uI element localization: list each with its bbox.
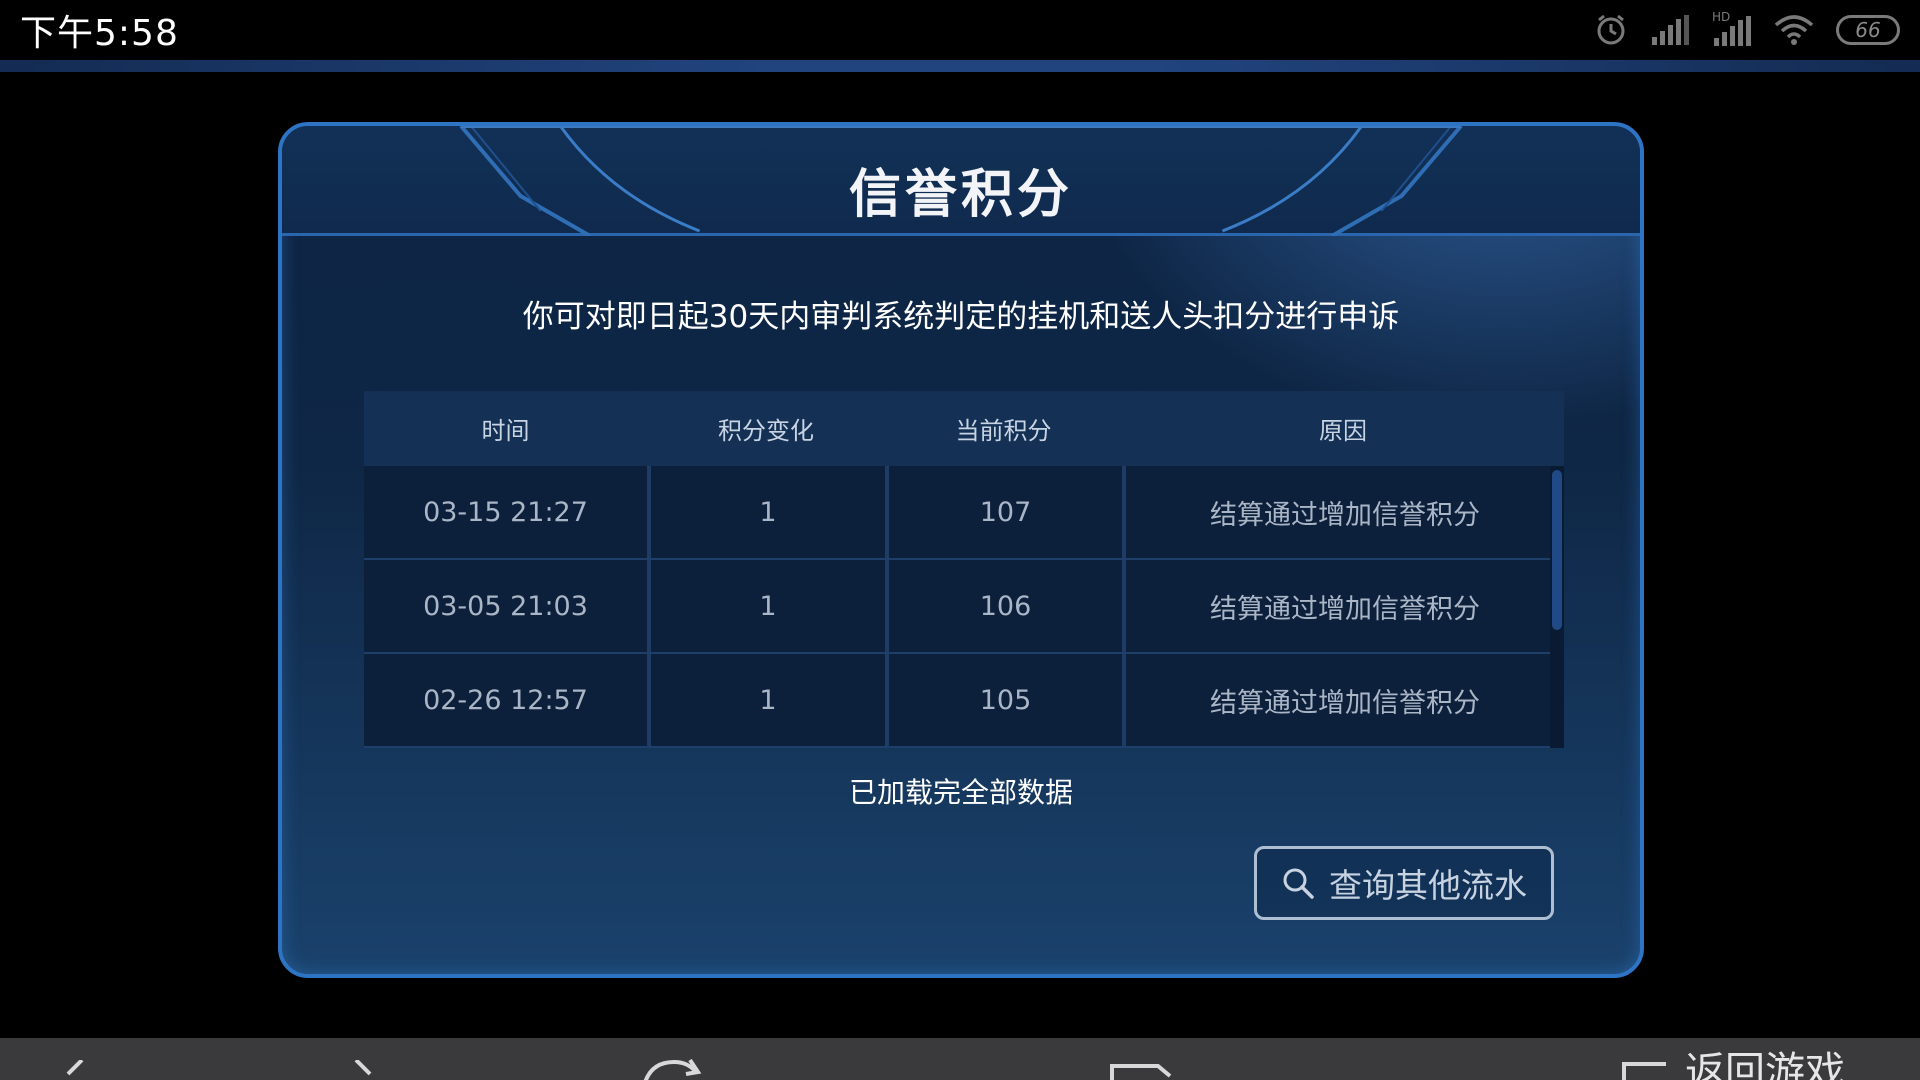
score-table: 时间 积分变化 当前积分 原因 03-15 21:27 1 107 结算通过增加… xyxy=(364,391,1564,748)
table-row: 02-26 12:57 1 105 结算通过增加信誉积分 xyxy=(364,654,1564,748)
cell-change: 1 xyxy=(647,654,885,746)
dialog-title: 信誉积分 xyxy=(848,165,1073,225)
cell-time: 03-05 21:03 xyxy=(423,590,588,622)
header-change: 积分变化 xyxy=(718,417,814,445)
battery-icon: 66 xyxy=(1836,15,1900,45)
share-icon[interactable] xyxy=(1110,1062,1174,1080)
signal-icon xyxy=(1652,15,1689,45)
screen: 下午5:58 HD 66 信誉积分 你可对即日起30天内审判系统判定的挂机和送人… xyxy=(0,0,1920,1080)
status-bar: 下午5:58 HD 66 xyxy=(0,0,1920,60)
return-game-label[interactable]: 返回游戏 xyxy=(1685,1052,1845,1080)
header-current: 当前积分 xyxy=(955,417,1052,445)
cell-current: 107 xyxy=(885,466,1122,558)
bottom-navigation-bar: 返回游戏 xyxy=(0,1038,1920,1080)
return-game-icon[interactable] xyxy=(1620,1060,1670,1080)
hd-signal: HD xyxy=(1712,10,1752,46)
battery-level: 66 xyxy=(1855,18,1881,42)
cell-current: 105 xyxy=(885,654,1122,746)
cell-time: 02-26 12:57 xyxy=(423,684,588,716)
search-icon xyxy=(1283,868,1314,899)
header-reason: 原因 xyxy=(1319,417,1367,445)
cell-change: 1 xyxy=(647,560,885,652)
cell-time: 03-15 21:27 xyxy=(423,496,588,528)
query-button-label: 查询其他流水 xyxy=(1329,866,1527,905)
credit-score-dialog: 信誉积分 你可对即日起30天内审判系统判定的挂机和送人头扣分进行申诉 时间 积分… xyxy=(278,122,1644,978)
status-icons: HD 66 xyxy=(1594,10,1900,47)
loaded-all-data-text: 已加载完全部数据 xyxy=(848,776,1073,809)
table-row: 03-05 21:03 1 106 结算通过增加信誉积分 xyxy=(364,560,1564,654)
table-row: 03-15 21:27 1 107 结算通过增加信誉积分 xyxy=(364,466,1564,560)
header-time: 时间 xyxy=(481,417,530,445)
wifi-icon xyxy=(1774,15,1814,45)
cell-current: 106 xyxy=(885,560,1122,652)
status-time: 下午5:58 xyxy=(20,13,179,54)
back-arrow-icon[interactable] xyxy=(60,1060,90,1080)
scrollbar-thumb[interactable] xyxy=(1552,470,1562,630)
alarm-icon xyxy=(1597,14,1625,45)
game-header-strip xyxy=(0,58,1920,72)
forward-arrow-icon[interactable] xyxy=(348,1060,378,1080)
refresh-icon[interactable] xyxy=(640,1058,704,1080)
appeal-notice: 你可对即日起30天内审判系统判定的挂机和送人头扣分进行申诉 xyxy=(522,299,1400,335)
table-body[interactable]: 03-15 21:27 1 107 结算通过增加信誉积分 03-05 21:03… xyxy=(364,466,1564,748)
cell-change: 1 xyxy=(647,466,885,558)
cell-reason: 结算通过增加信誉积分 xyxy=(1122,560,1564,652)
cell-reason: 结算通过增加信誉积分 xyxy=(1122,466,1564,558)
dialog-header: 信誉积分 xyxy=(282,126,1640,236)
query-other-records-button[interactable]: 查询其他流水 xyxy=(1254,846,1554,920)
cell-reason: 结算通过增加信誉积分 xyxy=(1122,654,1564,746)
scrollbar-track[interactable] xyxy=(1550,466,1564,748)
table-header: 时间 积分变化 当前积分 原因 xyxy=(364,391,1564,466)
signal-hd-icon xyxy=(1714,16,1751,46)
